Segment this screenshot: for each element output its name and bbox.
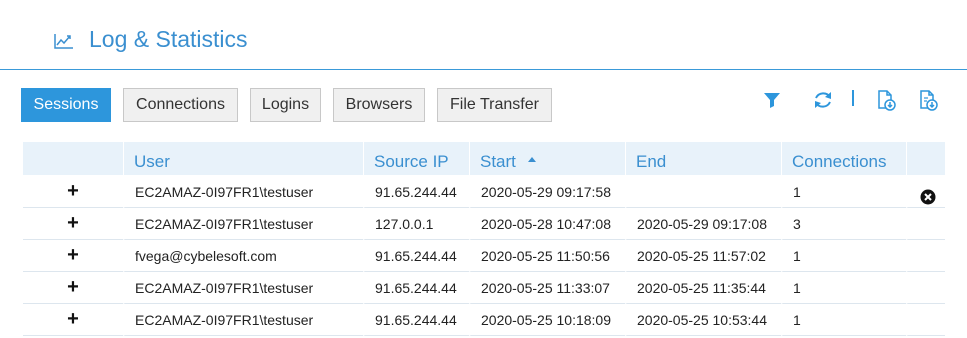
cell-end: 2020-05-25 11:35:44: [625, 272, 781, 304]
cell-connections: 1: [781, 272, 906, 304]
cell-end: [625, 176, 781, 208]
export-download-all-icon[interactable]: [916, 88, 940, 112]
toolbar-separator: [852, 90, 854, 106]
tab-browsers[interactable]: Browsers: [333, 88, 425, 122]
table-row[interactable]: + EC2AMAZ-0I97FR1\testuser 127.0.0.1 202…: [23, 208, 945, 240]
tab-sessions[interactable]: Sessions: [21, 88, 111, 122]
cell-connections: 1: [781, 176, 906, 208]
cell-action: [906, 272, 945, 304]
expand-row-icon[interactable]: +: [23, 208, 123, 240]
cell-start: 2020-05-28 10:47:08: [469, 208, 625, 240]
cell-source-ip: 91.65.244.44: [363, 272, 469, 304]
cell-start: 2020-05-25 11:50:56: [469, 240, 625, 272]
expand-row-icon[interactable]: +: [23, 176, 123, 208]
cell-user: EC2AMAZ-0I97FR1\testuser: [123, 272, 363, 304]
line-chart-icon: [54, 33, 74, 49]
sort-ascending-icon: [527, 157, 536, 163]
cell-end: 2020-05-29 09:17:08: [625, 208, 781, 240]
tab-logins[interactable]: Logins: [250, 88, 321, 122]
cell-action: [906, 304, 945, 336]
cell-source-ip: 127.0.0.1: [363, 208, 469, 240]
filter-icon[interactable]: [760, 88, 784, 112]
cell-end: 2020-05-25 10:53:44: [625, 304, 781, 336]
cell-end: 2020-05-25 11:57:02: [625, 240, 781, 272]
table-row[interactable]: + EC2AMAZ-0I97FR1\testuser 91.65.244.44 …: [23, 272, 945, 304]
refresh-icon[interactable]: [811, 88, 835, 112]
cell-connections: 1: [781, 240, 906, 272]
cell-connections: 1: [781, 304, 906, 336]
cell-start: 2020-05-25 11:33:07: [469, 272, 625, 304]
cell-user: EC2AMAZ-0I97FR1\testuser: [123, 304, 363, 336]
expand-column-header: [23, 142, 123, 175]
cell-start: 2020-05-29 09:17:58: [469, 176, 625, 208]
action-column-header: [906, 142, 945, 175]
terminate-session-icon[interactable]: [920, 184, 936, 205]
column-header-user[interactable]: User: [123, 142, 363, 175]
cell-connections: 3: [781, 208, 906, 240]
tab-connections[interactable]: Connections: [123, 88, 238, 122]
cell-user: EC2AMAZ-0I97FR1\testuser: [123, 176, 363, 208]
table-header: User Source IP Start End Connections: [23, 142, 945, 175]
column-header-connections[interactable]: Connections: [781, 142, 906, 175]
export-download-icon[interactable]: [874, 88, 898, 112]
cell-action: [906, 176, 945, 208]
log-statistics-page: Log & Statistics Sessions Connections Lo…: [0, 0, 967, 338]
cell-action: [906, 240, 945, 272]
tab-file-transfer[interactable]: File Transfer: [437, 88, 552, 122]
table-row[interactable]: + fvega@cybelesoft.com 91.65.244.44 2020…: [23, 240, 945, 272]
page-title: Log & Statistics: [89, 26, 248, 52]
cell-action: [906, 208, 945, 240]
table-row[interactable]: + EC2AMAZ-0I97FR1\testuser 91.65.244.44 …: [23, 176, 945, 208]
column-header-start[interactable]: Start: [469, 142, 625, 175]
table-row[interactable]: + EC2AMAZ-0I97FR1\testuser 91.65.244.44 …: [23, 304, 945, 336]
cell-source-ip: 91.65.244.44: [363, 240, 469, 272]
cell-user: EC2AMAZ-0I97FR1\testuser: [123, 208, 363, 240]
expand-row-icon[interactable]: +: [23, 272, 123, 304]
column-header-source-ip[interactable]: Source IP: [363, 142, 469, 175]
expand-row-icon[interactable]: +: [23, 304, 123, 336]
column-header-end[interactable]: End: [625, 142, 781, 175]
cell-source-ip: 91.65.244.44: [363, 304, 469, 336]
page-header: Log & Statistics: [0, 0, 967, 70]
cell-source-ip: 91.65.244.44: [363, 176, 469, 208]
cell-start: 2020-05-25 10:18:09: [469, 304, 625, 336]
column-header-start-label: Start: [480, 152, 516, 171]
expand-row-icon[interactable]: +: [23, 240, 123, 272]
cell-user: fvega@cybelesoft.com: [123, 240, 363, 272]
